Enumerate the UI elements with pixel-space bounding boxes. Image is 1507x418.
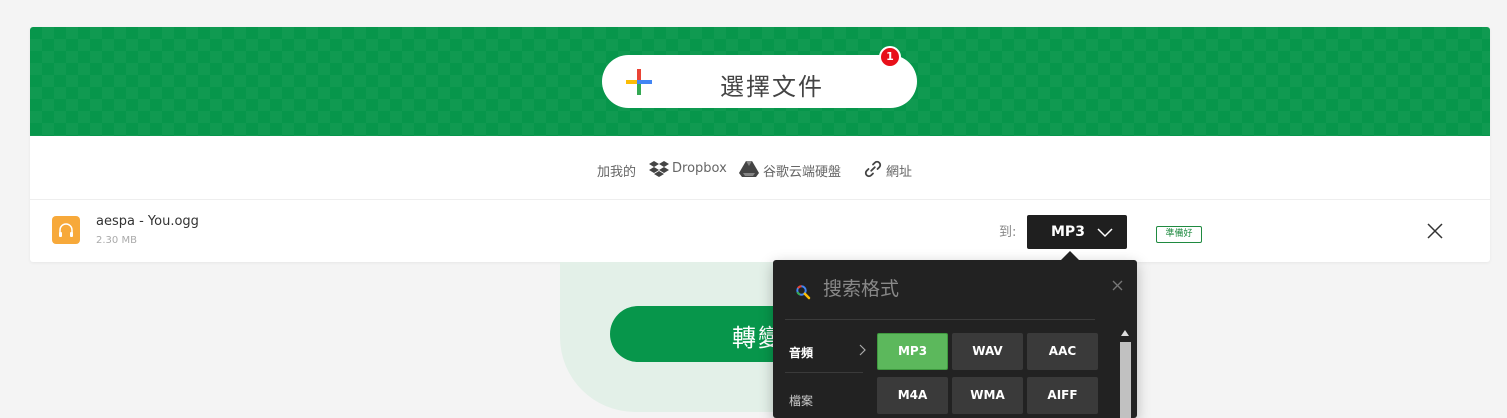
format-option-mp3[interactable]: MP3 bbox=[877, 333, 948, 370]
source-bar: 加我的 Dropbox 谷歌云端硬盤 網址 bbox=[30, 136, 1490, 200]
category-document[interactable]: 檔案 bbox=[789, 392, 813, 409]
scroll-thumb[interactable] bbox=[1120, 342, 1131, 418]
headphones-icon bbox=[59, 223, 73, 237]
file-row: aespa - You.ogg 2.30 MB 到: MP3 準備好 bbox=[30, 200, 1490, 262]
scroll-up-icon[interactable] bbox=[1121, 330, 1129, 336]
search-icon bbox=[796, 285, 811, 300]
google-drive-link[interactable]: 谷歌云端硬盤 bbox=[763, 161, 841, 180]
status-badge: 準備好 bbox=[1156, 226, 1202, 243]
plus-icon bbox=[626, 69, 652, 95]
to-label: 到: bbox=[999, 225, 1017, 240]
category-divider bbox=[785, 372, 863, 373]
sources-prefix: 加我的 bbox=[597, 165, 637, 180]
dropbox-icon[interactable] bbox=[649, 160, 669, 178]
format-option-aac[interactable]: AAC bbox=[1027, 333, 1098, 370]
link-icon[interactable] bbox=[863, 160, 883, 178]
file-size: 2.30 MB bbox=[96, 235, 137, 246]
format-option-wav[interactable]: WAV bbox=[952, 333, 1023, 370]
remove-file-icon[interactable] bbox=[1426, 222, 1444, 240]
audio-file-icon bbox=[52, 216, 80, 244]
url-link[interactable]: 網址 bbox=[886, 161, 912, 180]
choose-files-button[interactable]: 選擇文件 bbox=[602, 55, 917, 108]
format-list-scrollbar[interactable] bbox=[1118, 328, 1132, 418]
format-option-wma[interactable]: WMA bbox=[952, 377, 1023, 414]
chevron-right-icon bbox=[859, 344, 866, 356]
category-audio[interactable]: 音頻 bbox=[789, 344, 813, 361]
upload-banner: 選擇文件 1 bbox=[30, 27, 1490, 136]
file-count-badge: 1 bbox=[879, 46, 901, 68]
format-dropdown: 音頻 檔案 MP3 WAV AAC M4A WMA AIFF bbox=[773, 260, 1137, 418]
dropdown-divider bbox=[785, 319, 1095, 320]
converter-card: 選擇文件 1 加我的 Dropbox 谷歌云端硬盤 網址 aespa - You… bbox=[30, 27, 1490, 262]
dropbox-link[interactable]: Dropbox bbox=[672, 161, 727, 176]
chevron-down-icon bbox=[1097, 228, 1113, 238]
close-icon[interactable] bbox=[1112, 280, 1123, 291]
format-option-m4a[interactable]: M4A bbox=[877, 377, 948, 414]
format-search-input[interactable] bbox=[823, 274, 1093, 304]
format-select[interactable]: MP3 bbox=[1027, 215, 1127, 249]
choose-files-label: 選擇文件 bbox=[720, 73, 824, 101]
file-name: aespa - You.ogg bbox=[96, 214, 199, 229]
format-select-value: MP3 bbox=[1051, 224, 1085, 240]
format-option-aiff[interactable]: AIFF bbox=[1027, 377, 1098, 414]
google-drive-icon[interactable] bbox=[739, 160, 759, 178]
